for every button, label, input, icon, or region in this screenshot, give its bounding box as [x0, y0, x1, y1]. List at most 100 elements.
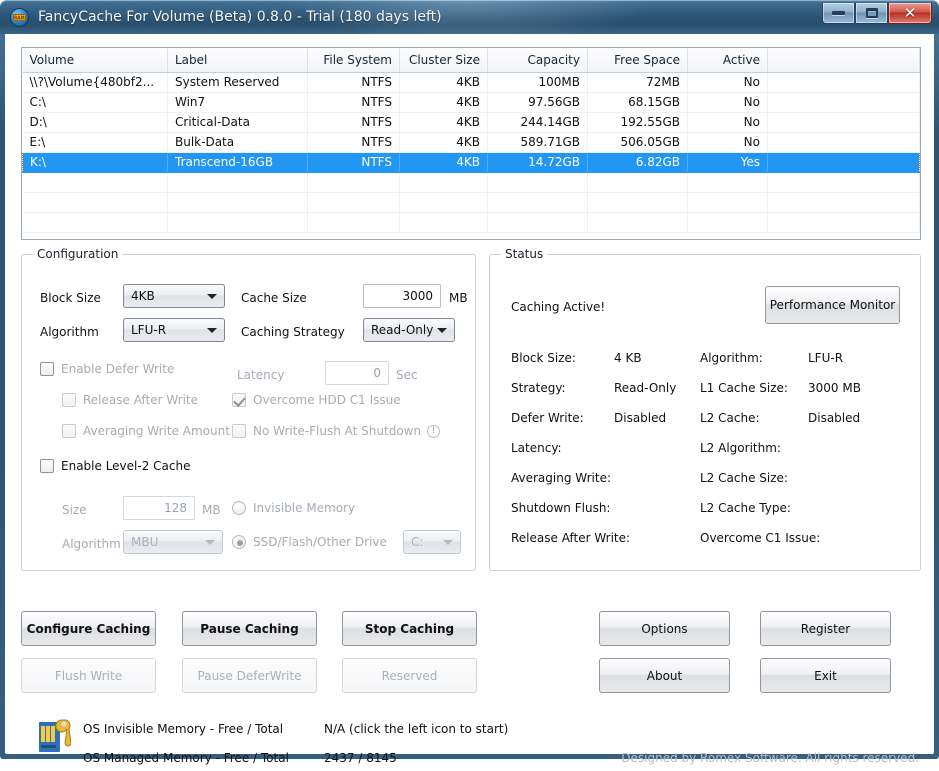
enable-level2-cache-checkbox[interactable]: Enable Level-2 Cache — [40, 459, 190, 473]
file-system-cell: NTFS — [307, 92, 400, 113]
free-space-cell: 68.15GB — [587, 92, 688, 113]
l2-algorithm-label: Algorithm — [62, 537, 121, 551]
right-status-label: L1 Cache Size: — [700, 381, 788, 395]
block-size-value: 4KB — [131, 289, 155, 303]
capacity-cell: 589.71GB — [487, 132, 588, 153]
row-spacer-cell — [767, 92, 920, 113]
enable-defer-write-checkbox[interactable]: Enable Defer Write — [40, 362, 174, 376]
l2-size-label: Size — [62, 503, 87, 517]
reserved-button[interactable]: Reserved — [342, 658, 477, 693]
pause-deferwrite-button[interactable]: Pause DeferWrite — [182, 658, 317, 693]
empty-cell — [767, 172, 920, 193]
column-header-capacity[interactable]: Capacity — [487, 48, 588, 73]
empty-cell — [167, 192, 308, 213]
ssd-drive-select[interactable]: C: — [403, 530, 461, 554]
close-button[interactable]: ✕ — [888, 3, 932, 24]
chevron-down-icon — [443, 540, 453, 545]
minimize-icon — [832, 11, 845, 15]
about-button[interactable]: About — [599, 658, 730, 693]
status-legend: Status — [501, 247, 548, 261]
table-row[interactable]: K:\ Transcend-16GB NTFS 4KB 14.72GB 6.82GB Yes — [22, 151, 920, 173]
empty-cell — [167, 212, 308, 233]
no-write-flush-label: No Write-Flush At Shutdown — [253, 424, 422, 438]
memory-wrench-icon[interactable] — [37, 716, 71, 756]
volume-list[interactable]: Volume Label File System Cluster Size Ca… — [21, 47, 921, 240]
right-status-value: 3000 MB — [808, 381, 861, 395]
empty-cell — [399, 192, 488, 213]
right-status-label: L2 Algorithm: — [700, 441, 781, 455]
minimize-button[interactable] — [822, 3, 855, 24]
right-status-value: Disabled — [808, 411, 861, 425]
left-status-label: Shutdown Flush: — [511, 501, 611, 515]
column-header-volume[interactable]: Volume — [22, 48, 168, 73]
about-label: About — [646, 668, 683, 683]
l2-size-input[interactable]: 128 — [123, 496, 195, 520]
invisible-memory-label: Invisible Memory — [253, 501, 356, 515]
volume-table-header-row: Volume Label File System Cluster Size Ca… — [22, 48, 920, 73]
configure-caching-button[interactable]: Configure Caching — [21, 611, 156, 646]
table-row-empty[interactable] — [22, 172, 920, 193]
chevron-down-icon — [207, 328, 217, 333]
right-status-label: L2 Cache Size: — [700, 471, 788, 485]
flush-write-button[interactable]: Flush Write — [21, 658, 156, 693]
table-row[interactable]: C:\ Win7 NTFS 4KB 97.56GB 68.15GB No — [22, 92, 920, 113]
cache-size-input[interactable]: 3000 — [363, 284, 441, 308]
block-size-select[interactable]: 4KB — [123, 284, 225, 308]
pause-deferwrite-label: Pause DeferWrite — [197, 668, 302, 683]
column-header-active[interactable]: Active — [687, 48, 768, 73]
exit-button[interactable]: Exit — [760, 658, 891, 693]
empty-cell — [399, 172, 488, 193]
active-cell: No — [687, 132, 768, 153]
l2-algorithm-select[interactable]: MBU — [123, 530, 223, 554]
ssd-drive-radio[interactable]: SSD/Flash/Other Drive — [232, 530, 387, 554]
table-row[interactable]: E:\ Bulk-Data NTFS 4KB 589.71GB 506.05GB No — [22, 132, 920, 153]
file-system-cell: NTFS — [307, 151, 400, 173]
column-header-cluster-size[interactable]: Cluster Size — [399, 48, 488, 73]
caching-strategy-label: Caching Strategy — [241, 325, 345, 339]
active-cell: No — [687, 92, 768, 113]
checkbox-icon — [62, 424, 76, 438]
performance-monitor-button[interactable]: Performance Monitor — [765, 286, 900, 324]
copyright-text: Designed by Romex Software. All rights r… — [621, 751, 919, 765]
register-button[interactable]: Register — [760, 611, 891, 646]
column-header-free-space[interactable]: Free Space — [587, 48, 688, 73]
empty-cell — [487, 172, 588, 193]
l2-algorithm-value: MBU — [131, 535, 159, 549]
configuration-legend: Configuration — [33, 247, 123, 261]
overcome-hdd-c1-checkbox[interactable]: Overcome HDD C1 Issue — [232, 393, 401, 407]
no-write-flush-checkbox[interactable]: No Write-Flush At Shutdown ! — [232, 424, 441, 438]
table-row[interactable]: D:\ Critical-Data NTFS 4KB 244.14GB 192.55GB N… — [22, 112, 920, 133]
free-space-cell: 72MB — [587, 72, 688, 93]
options-button[interactable]: Options — [599, 611, 730, 646]
table-row[interactable]: \\?\Volume{480bf2... System Reserved NTFS 4… — [22, 72, 920, 93]
latency-input[interactable]: 0 — [325, 361, 389, 385]
free-space-cell: 6.82GB — [587, 151, 688, 173]
block-size-label: Block Size — [40, 291, 101, 305]
caching-strategy-select[interactable]: Read-Only — [363, 318, 455, 342]
algorithm-select[interactable]: LFU-R — [123, 318, 225, 342]
window-title: FancyCache For Volume (Beta) 0.8.0 - Tri… — [38, 9, 442, 25]
invisible-memory-radio[interactable]: Invisible Memory — [232, 496, 355, 520]
flush-write-label: Flush Write — [54, 668, 123, 683]
release-after-write-checkbox[interactable]: Release After Write — [62, 393, 198, 407]
l2-size-unit: MB — [202, 503, 221, 517]
pause-caching-button[interactable]: Pause Caching — [182, 611, 317, 646]
cluster-size-cell: 4KB — [399, 151, 488, 173]
empty-cell — [307, 192, 400, 213]
column-header-file-system[interactable]: File System — [307, 48, 400, 73]
maximize-button[interactable] — [855, 3, 888, 24]
empty-cell — [22, 212, 168, 233]
left-status-value: 4 KB — [614, 351, 642, 365]
pause-caching-label: Pause Caching — [200, 621, 299, 636]
row-spacer-cell — [767, 132, 920, 153]
empty-cell — [399, 212, 488, 233]
averaging-write-checkbox[interactable]: Averaging Write Amount — [62, 424, 230, 438]
row-spacer-cell — [767, 72, 920, 93]
stop-caching-button[interactable]: Stop Caching — [342, 611, 477, 646]
table-row-empty[interactable] — [22, 192, 920, 213]
column-header-label[interactable]: Label — [167, 48, 308, 73]
app-icon-chip-label: RAM — [13, 13, 26, 21]
active-cell: Yes — [687, 151, 768, 173]
title-bar[interactable]: RAM FancyCache For Volume (Beta) 0.8.0 -… — [0, 0, 939, 34]
table-row-empty[interactable] — [22, 212, 920, 233]
